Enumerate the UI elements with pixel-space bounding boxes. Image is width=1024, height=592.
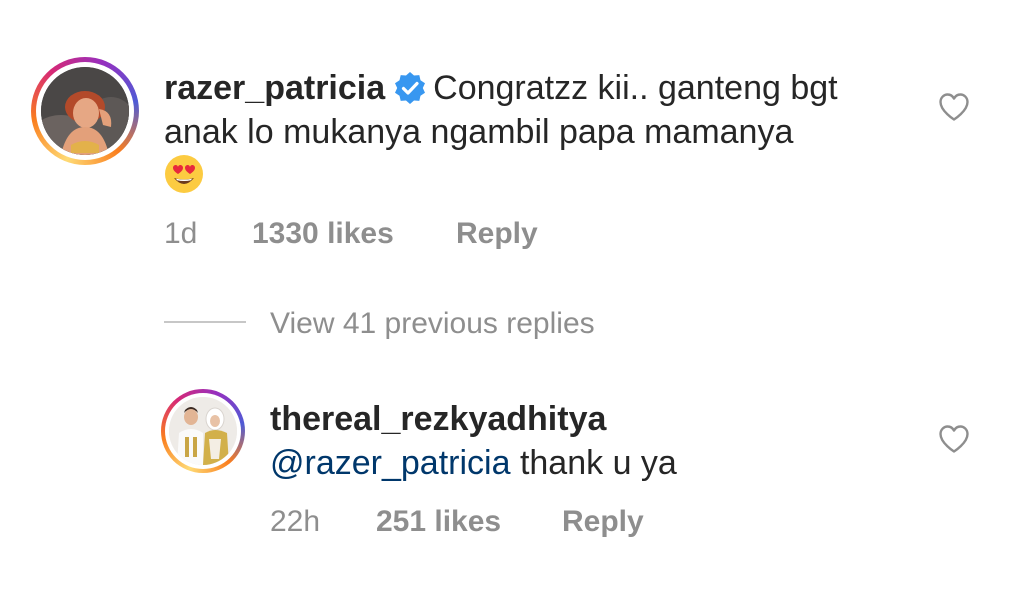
comment-line-1: Congratzz kii.. ganteng bgt	[433, 69, 838, 107]
heart-outline-icon[interactable]	[938, 424, 970, 454]
comment-meta: 1d 1330 likes Reply	[164, 216, 538, 252]
mention-link[interactable]: @razer_patricia	[270, 444, 511, 482]
reply-text: thereal_rezkyadhitya @razer_patricia tha…	[270, 397, 930, 485]
username-link[interactable]: thereal_rezkyadhitya	[270, 400, 606, 438]
verified-badge-icon	[395, 72, 426, 104]
heart-outline-icon[interactable]	[938, 92, 970, 122]
reply-message: thank u ya	[519, 444, 677, 482]
avatar[interactable]	[41, 67, 129, 155]
avatar-photo-icon	[41, 67, 129, 155]
replies-divider	[164, 321, 246, 323]
username-link[interactable]: razer_patricia	[164, 69, 385, 107]
view-replies-label: View 41 previous replies	[270, 307, 595, 340]
reply-button[interactable]: Reply	[456, 216, 538, 252]
avatar[interactable]	[169, 397, 237, 465]
reply-meta: 22h 251 likes Reply	[270, 504, 644, 540]
heart-eyes-emoji-icon	[165, 155, 203, 193]
comment-line-2: anak lo mukanya ngambil papa mamanya	[164, 113, 794, 151]
timestamp[interactable]: 22h	[270, 504, 376, 540]
avatar-photo-icon	[169, 397, 237, 465]
likes-count[interactable]: 251 likes	[376, 504, 562, 540]
likes-count[interactable]: 1330 likes	[252, 216, 456, 252]
reply-button[interactable]: Reply	[562, 504, 644, 540]
comment-text: razer_patricia Congratzz kii.. ganteng b…	[164, 66, 924, 199]
timestamp[interactable]: 1d	[164, 216, 252, 252]
view-previous-replies-button[interactable]: View 41 previous replies	[164, 306, 595, 342]
